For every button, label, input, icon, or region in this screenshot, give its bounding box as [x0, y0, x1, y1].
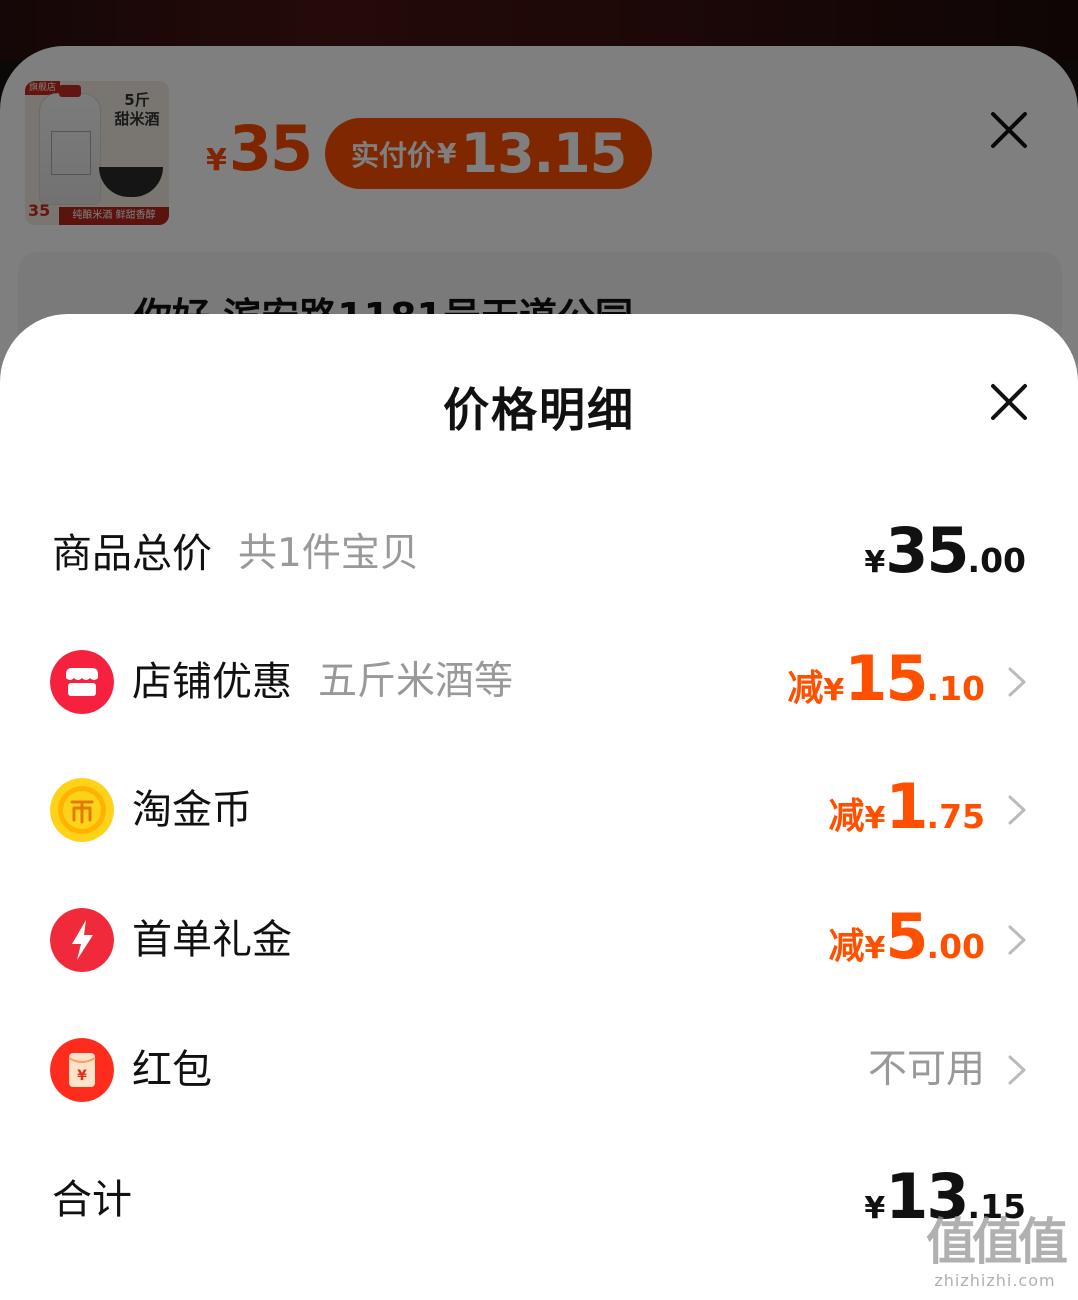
row-sublabel: 共1件宝贝 — [238, 531, 419, 576]
chevron-right-icon — [1008, 795, 1026, 825]
row-status: 不可用 — [867, 1047, 985, 1092]
row-amount: ¥ 35 .00 — [864, 514, 1026, 587]
amount-currency: ¥ — [864, 801, 886, 836]
row-label: 合计 — [52, 1177, 132, 1223]
amount-decimal: .00 — [967, 541, 1026, 580]
amount-prefix: 减 — [787, 668, 824, 709]
watermark: 值值值 zhizhizhi.com — [920, 1214, 1070, 1292]
price-detail-sheet: 价格明细 商品总价 共1件宝贝 ¥ 35 .00 店铺优惠 五斤米酒等 减 ¥ … — [0, 314, 1078, 1300]
store-icon — [50, 650, 114, 714]
amount-prefix: 减 — [828, 796, 865, 837]
row-amount: 减 ¥ 1 .75 — [829, 770, 986, 843]
amount-currency: ¥ — [823, 673, 845, 708]
lightning-icon — [50, 908, 114, 972]
amount-prefix: 减 — [828, 926, 865, 967]
watermark-logo: 值值值 — [926, 1213, 1068, 1271]
row-label: 店铺优惠 — [132, 659, 292, 705]
row-taojinbi[interactable]: 淘金币 减 ¥ 1 .75 — [0, 760, 1078, 860]
sheet-title: 价格明细 — [443, 383, 635, 437]
svg-text:¥: ¥ — [77, 1068, 87, 1084]
amount-decimal: .00 — [926, 927, 985, 966]
row-store-discount[interactable]: 店铺优惠 五斤米酒等 减 ¥ 15 .10 — [0, 632, 1078, 732]
amount-decimal: .75 — [926, 797, 985, 836]
row-amount: 减 ¥ 15 .10 — [787, 642, 985, 715]
chevron-right-icon — [1008, 1055, 1026, 1085]
row-label: 商品总价 — [52, 531, 212, 577]
watermark-url: zhizhizhi.com — [934, 1271, 1056, 1290]
row-amount: 减 ¥ 5 .00 — [829, 900, 986, 973]
chevron-right-icon — [1008, 667, 1026, 697]
amount-currency: ¥ — [864, 545, 886, 580]
row-label: 红包 — [132, 1047, 212, 1093]
amount-integer: 5 — [885, 900, 928, 973]
amount-currency: ¥ — [864, 931, 886, 966]
close-icon[interactable] — [985, 378, 1033, 426]
row-label: 首单礼金 — [132, 917, 292, 963]
coin-icon — [50, 778, 114, 842]
red-packet-icon: ¥ — [50, 1038, 114, 1102]
amount-integer: 35 — [885, 514, 969, 587]
row-sublabel: 五斤米酒等 — [318, 659, 514, 704]
row-red-packet[interactable]: ¥ 红包 不可用 — [0, 1020, 1078, 1120]
row-first-order-gift[interactable]: 首单礼金 减 ¥ 5 .00 — [0, 890, 1078, 990]
row-total: 合计 ¥ 13 .15 — [0, 1150, 1078, 1250]
amount-integer: 15 — [844, 642, 928, 715]
amount-currency: ¥ — [864, 1191, 886, 1226]
chevron-right-icon — [1008, 925, 1026, 955]
amount-integer: 1 — [885, 770, 928, 843]
row-goods-total: 商品总价 共1件宝贝 ¥ 35 .00 — [0, 504, 1078, 604]
row-label: 淘金币 — [132, 787, 252, 833]
amount-decimal: .10 — [926, 669, 985, 708]
